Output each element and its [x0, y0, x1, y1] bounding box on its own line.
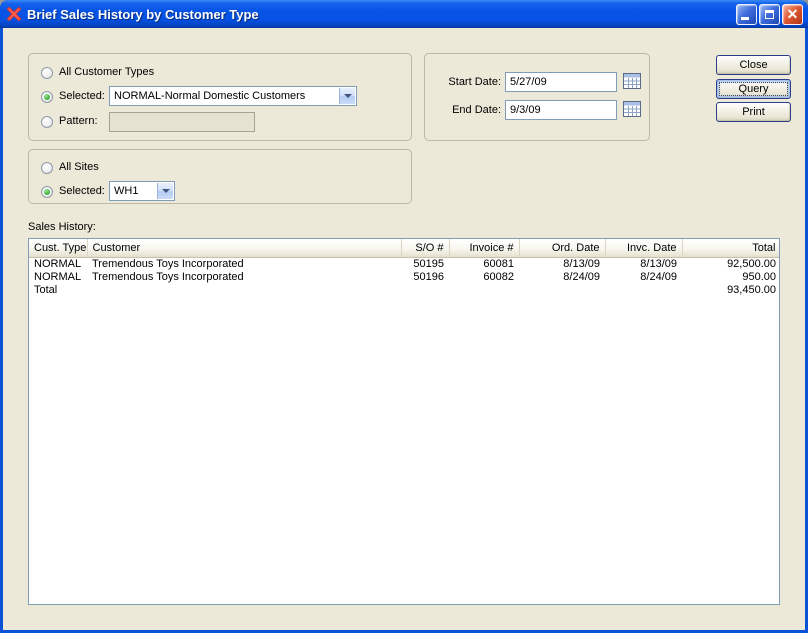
dialog-body: All Customer Types Selected: NORMAL-Norm… — [3, 28, 805, 630]
print-button[interactable]: Print — [716, 102, 791, 122]
end-date-input[interactable] — [505, 100, 617, 120]
maximize-button[interactable] — [759, 4, 780, 25]
table-cell: 92,500.00 — [682, 257, 780, 271]
maximize-icon — [765, 10, 774, 19]
column-header-total[interactable]: Total — [682, 239, 780, 257]
selected-customer-radio[interactable] — [41, 91, 53, 103]
all-customer-types-label: All Customer Types — [59, 66, 154, 78]
table-cell — [519, 284, 605, 297]
pattern-label: Pattern: — [59, 115, 98, 127]
customer-type-group: All Customer Types Selected: NORMAL-Norm… — [28, 53, 412, 141]
column-header-invoice-number[interactable]: Invoice # — [449, 239, 519, 257]
table-cell — [605, 284, 682, 297]
table-cell: Tremendous Toys Incorporated — [87, 271, 401, 284]
customer-type-combobox[interactable]: NORMAL-Normal Domestic Customers — [109, 86, 357, 106]
selected-site-radio[interactable] — [41, 186, 53, 198]
pattern-radio[interactable] — [41, 116, 53, 128]
sales-history-list[interactable]: Cust. Type Customer S/O # Invoice # Ord.… — [28, 238, 780, 605]
table-cell: 950.00 — [682, 271, 780, 284]
window-title: Brief Sales History by Customer Type — [27, 7, 259, 22]
table-cell: Total — [29, 284, 87, 297]
start-date-calendar-icon[interactable] — [622, 73, 641, 90]
table-cell: Tremendous Toys Incorporated — [87, 257, 401, 271]
table-cell: 8/24/09 — [519, 271, 605, 284]
end-date-calendar-icon[interactable] — [622, 101, 641, 118]
pattern-input[interactable] — [109, 112, 255, 132]
column-header-so-number[interactable]: S/O # — [401, 239, 449, 257]
column-header-ord-date[interactable]: Ord. Date — [519, 239, 605, 257]
table-cell: 50195 — [401, 257, 449, 271]
window-controls: ✕ — [736, 4, 803, 25]
date-range-group: Start Date: End Date: — [424, 53, 650, 141]
table-cell: 8/13/09 — [605, 257, 682, 271]
sales-table-body: NORMALTremendous Toys Incorporated501956… — [29, 257, 780, 297]
table-cell — [449, 284, 519, 297]
column-header-customer[interactable]: Customer — [87, 239, 401, 257]
close-window-button[interactable]: ✕ — [782, 4, 803, 25]
customer-type-combobox-value: NORMAL-Normal Domestic Customers — [110, 90, 339, 102]
site-combobox[interactable]: WH1 — [109, 181, 175, 201]
start-date-label: Start Date: — [435, 76, 501, 88]
table-cell — [401, 284, 449, 297]
table-row[interactable]: Total 93,450.00 — [29, 284, 780, 297]
end-date-label: End Date: — [435, 104, 501, 116]
chevron-down-icon[interactable] — [339, 87, 356, 105]
table-header-row: Cust. Type Customer S/O # Invoice # Ord.… — [29, 239, 780, 257]
query-button[interactable]: Query — [716, 79, 791, 99]
table-cell: NORMAL — [29, 257, 87, 271]
all-sites-label: All Sites — [59, 161, 99, 173]
app-icon — [6, 6, 22, 22]
selected-customer-label: Selected: — [59, 90, 105, 102]
dialog-window: Brief Sales History by Customer Type ✕ A… — [0, 0, 808, 633]
close-icon: ✕ — [783, 5, 802, 24]
title-bar[interactable]: Brief Sales History by Customer Type ✕ — [0, 0, 808, 28]
minimize-icon — [741, 17, 749, 20]
column-header-cust-type[interactable]: Cust. Type — [29, 239, 87, 257]
table-cell: 93,450.00 — [682, 284, 780, 297]
table-row[interactable]: NORMALTremendous Toys Incorporated501956… — [29, 257, 780, 271]
chevron-down-icon[interactable] — [157, 182, 174, 200]
sales-table: Cust. Type Customer S/O # Invoice # Ord.… — [29, 239, 780, 297]
table-cell: 60082 — [449, 271, 519, 284]
table-cell: 8/24/09 — [605, 271, 682, 284]
table-cell: 50196 — [401, 271, 449, 284]
table-cell: 60081 — [449, 257, 519, 271]
all-sites-radio[interactable] — [41, 162, 53, 174]
all-customer-types-radio[interactable] — [41, 67, 53, 79]
table-cell — [87, 284, 401, 297]
sales-history-label: Sales History: — [28, 221, 96, 233]
sites-group: All Sites Selected: WH1 — [28, 149, 412, 204]
table-row[interactable]: NORMALTremendous Toys Incorporated501966… — [29, 271, 780, 284]
start-date-input[interactable] — [505, 72, 617, 92]
column-header-invc-date[interactable]: Invc. Date — [605, 239, 682, 257]
table-cell: 8/13/09 — [519, 257, 605, 271]
site-combobox-value: WH1 — [110, 185, 157, 197]
close-button[interactable]: Close — [716, 55, 791, 75]
selected-site-label: Selected: — [59, 185, 105, 197]
minimize-button[interactable] — [736, 4, 757, 25]
table-cell: NORMAL — [29, 271, 87, 284]
